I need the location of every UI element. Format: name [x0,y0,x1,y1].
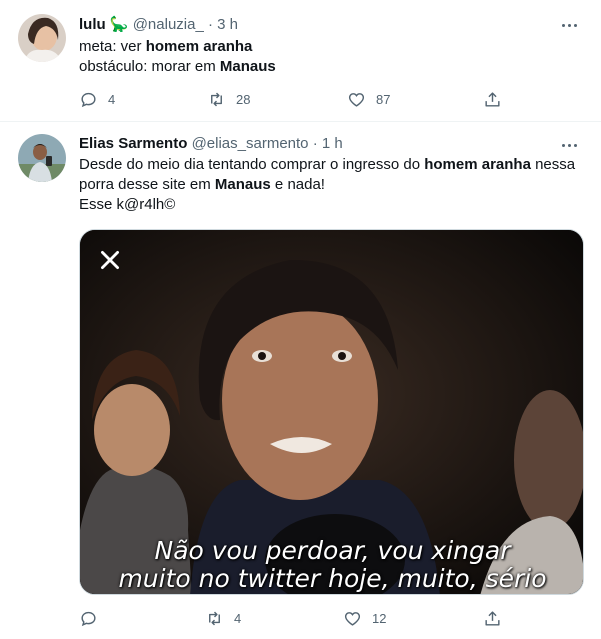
tweet-text-line: Esse k@r4lh© [79,195,584,215]
share-button[interactable] [483,89,502,109]
tweet-text-line: meta: ver homem aranha [79,37,584,57]
author-handle[interactable]: @naluzia_ [133,16,204,33]
share-icon [485,91,500,107]
avatar-elias[interactable] [18,134,66,182]
author-name[interactable]: lulu [79,16,106,33]
reply-icon [81,92,96,107]
tweet-header: Elias Sarmento @elias_sarmento · 1 h [79,134,343,154]
reply-icon [81,611,96,626]
share-icon [485,610,500,626]
timestamp[interactable]: 1 h [322,135,343,152]
text-segment: e nada! [270,176,325,193]
more-horizontal-icon[interactable] [559,15,579,35]
tweet-header: lulu 🦕 @naluzia_ · 3 h [79,14,238,35]
avatar-lulu[interactable] [18,14,66,62]
retweet-button[interactable]: 4 [205,608,241,628]
action-bar: 4 28 87 [79,89,504,109]
retweet-count: 4 [234,610,242,626]
heart-icon [348,92,365,107]
bold-text: Manaus [214,176,271,193]
action-bar: 4 12 [79,608,504,628]
text-segment: nessa [530,156,576,173]
bold-text: Manaus [219,58,276,75]
separator-dot: · [207,16,213,33]
retweet-icon [211,92,222,106]
like-count: 12 [372,610,387,626]
media-caption-line-1: Não vou perdoar, vou xingar [154,536,511,565]
retweet-count: 28 [236,91,251,107]
like-button[interactable]: 12 [343,608,386,628]
text-segment: Esse k@r4lh© [79,196,176,213]
tweet-text-line: obstáculo: morar em Manaus [79,57,584,77]
dinosaur-emoji-icon: 🦕 [109,15,129,33]
author-handle[interactable]: @elias_sarmento [192,135,309,152]
author-name[interactable]: Elias Sarmento [79,135,187,152]
share-button[interactable] [483,608,502,628]
timestamp[interactable]: 3 h [217,16,238,33]
reply-count: 4 [108,91,116,107]
separator-dot: · [312,135,318,152]
tweet-text: Desde do meio dia tentando comprar o ing… [79,155,584,215]
reply-button[interactable]: 4 [79,89,115,109]
like-button[interactable]: 87 [347,89,390,109]
media-gif[interactable]: Não vou perdoar, vou xingar muito no twi… [79,229,584,595]
text-segment: Desde do meio dia tentando comprar o ing… [79,156,425,173]
reply-button[interactable] [79,608,108,628]
text-segment: meta: ver [79,38,146,55]
heart-icon [344,611,361,626]
like-count: 87 [376,91,391,107]
bold-text: homem aranha [424,156,531,173]
text-segment: obstáculo: morar em [79,58,220,75]
text-segment: porra desse site em [79,176,215,193]
retweet-button[interactable]: 28 [207,89,250,109]
bold-text: homem aranha [145,38,253,55]
close-icon[interactable] [97,247,123,273]
media-caption-line-2: muito no twitter hoje, muito, sério [118,564,547,593]
retweet-icon [209,611,220,625]
tweet-text: meta: ver homem aranha obstáculo: morar e… [79,37,584,77]
tweet-text-line: Desde do meio dia tentando comprar o ing… [79,155,584,175]
divider [0,121,601,122]
more-horizontal-icon[interactable] [559,135,579,155]
tweet-text-line: porra desse site em Manaus e nada! [79,175,584,195]
